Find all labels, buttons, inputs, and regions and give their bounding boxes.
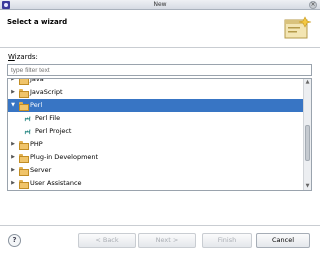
expand-arrow-icon[interactable]: ▶ (10, 138, 16, 151)
folder-icon (19, 180, 29, 189)
tree-item[interactable]: ▶ Java (8, 78, 305, 86)
tree-item[interactable]: ▶ Server (8, 164, 305, 177)
perl-camel-icon (24, 116, 31, 122)
tree-item-label: Perl File (35, 114, 61, 122)
tree-item-label: Plug-in Development (30, 153, 99, 161)
scroll-down-arrow-icon[interactable]: ▼ (304, 183, 311, 190)
folder-icon (19, 79, 29, 85)
tree-item[interactable]: ▶ Plug-in Development (8, 151, 305, 164)
expand-arrow-icon[interactable]: ▶ (10, 151, 16, 164)
wizards-label: Wizards: (8, 53, 38, 61)
folder-icon (19, 141, 29, 150)
tree-item[interactable]: ▶ User Assistance (8, 177, 305, 190)
collapse-arrow-icon[interactable]: ▼ (10, 99, 16, 112)
footer-divider (0, 225, 320, 226)
folder-icon (19, 167, 29, 176)
tree-item-label: Perl (30, 101, 43, 109)
wizard-banner-icon (284, 16, 312, 39)
expand-arrow-icon[interactable]: ▶ (10, 164, 16, 177)
wizard-header: Select a wizard (0, 10, 320, 48)
folder-icon (19, 154, 29, 163)
scroll-up-arrow-icon[interactable]: ▲ (304, 79, 311, 86)
wizard-tree[interactable]: ▶ User Assistance ▶ Server ▶ Plug-in Developm… (7, 78, 312, 191)
tree-item[interactable]: ▶ JavaScript (8, 86, 305, 99)
title-bar: New × (0, 0, 320, 10)
next-button[interactable]: Next > (138, 233, 196, 248)
tree-item-label: JavaScript (30, 88, 63, 96)
back-button[interactable]: < Back (78, 233, 136, 248)
tree-item-label: Perl Project (35, 127, 72, 135)
tree-item[interactable]: ▼ Perl (8, 99, 305, 112)
expand-arrow-icon[interactable]: ▶ (10, 86, 16, 99)
finish-button[interactable]: Finish (202, 233, 252, 248)
expand-arrow-icon[interactable]: ▶ (10, 79, 16, 86)
tree-item[interactable]: Perl Project (8, 125, 305, 138)
tree-item-label: Server (30, 166, 52, 174)
tree-item-label: Java (30, 78, 44, 83)
help-button[interactable]: ? (8, 234, 21, 247)
perl-camel-icon (24, 129, 31, 135)
vertical-scrollbar[interactable]: ▲ ▼ (303, 79, 311, 190)
tree-item-label: PHP (30, 140, 43, 148)
page-title: Select a wizard (7, 18, 68, 26)
folder-icon (19, 102, 29, 111)
filter-input[interactable] (7, 64, 312, 76)
tree-item[interactable]: ▶ PHP (8, 138, 305, 151)
tree-item[interactable]: Perl File (8, 112, 305, 125)
cancel-button[interactable]: Cancel (256, 233, 310, 248)
close-icon[interactable]: × (309, 1, 317, 9)
expand-arrow-icon[interactable]: ▶ (10, 177, 16, 190)
folder-icon (19, 89, 29, 98)
tree-item-label: User Assistance (30, 179, 82, 187)
window-title: New (153, 1, 167, 8)
scroll-thumb[interactable] (305, 125, 310, 161)
